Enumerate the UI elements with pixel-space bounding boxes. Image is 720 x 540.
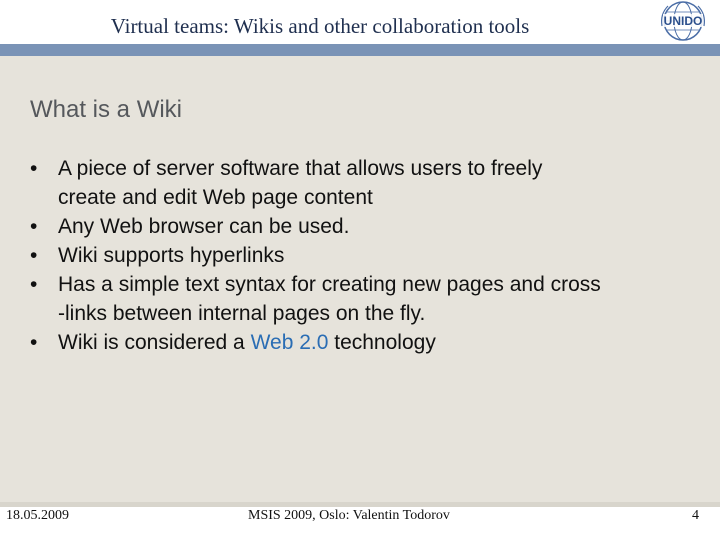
logo-text: UNIDO bbox=[664, 14, 703, 28]
bullet-icon: • bbox=[30, 273, 38, 296]
bullet-text: Has a simple text syntax for creating ne… bbox=[58, 273, 601, 296]
slide-content: What is a Wiki • A piece of server softw… bbox=[0, 56, 720, 502]
footer-rule bbox=[0, 502, 720, 507]
bullet-text: Any Web browser can be used. bbox=[58, 215, 350, 238]
list-item: • A piece of server software that allows… bbox=[30, 154, 700, 212]
bullet-icon: • bbox=[30, 157, 38, 180]
unido-logo-icon: UNIDO bbox=[661, 1, 705, 41]
list-item: • Wiki is considered a Web 2.0 technolog… bbox=[30, 328, 700, 357]
header-title: Virtual teams: Wikis and other collabora… bbox=[110, 14, 530, 38]
bullet-icon: • bbox=[30, 331, 38, 354]
bullet-text: Wiki supports hyperlinks bbox=[58, 244, 285, 267]
bullet-text: A piece of server software that allows u… bbox=[58, 157, 543, 180]
bullet-text: Wiki is considered a bbox=[58, 331, 251, 354]
footer-date: 18.05.2009 bbox=[6, 508, 69, 523]
footer-presenter: MSIS 2009, Oslo: Valentin Todorov bbox=[248, 508, 450, 523]
list-item: • Has a simple text syntax for creating … bbox=[30, 270, 700, 328]
web-2-0-link[interactable]: Web 2.0 bbox=[251, 331, 329, 354]
slide-header: Virtual teams: Wikis and other collabora… bbox=[0, 0, 720, 46]
slide-title: What is a Wiki bbox=[30, 96, 183, 123]
page-number: 4 bbox=[692, 508, 699, 523]
bullet-icon: • bbox=[30, 215, 38, 238]
bullet-text-continued: -links between internal pages on the fly… bbox=[58, 302, 426, 325]
bullet-text-after: technology bbox=[328, 331, 436, 354]
bullet-icon: • bbox=[30, 244, 38, 267]
header-rule bbox=[0, 44, 720, 56]
list-item: • Wiki supports hyperlinks bbox=[30, 241, 700, 270]
bullet-list: • A piece of server software that allows… bbox=[30, 154, 700, 357]
bullet-text-continued: create and edit Web page content bbox=[58, 186, 373, 209]
list-item: • Any Web browser can be used. bbox=[30, 212, 700, 241]
